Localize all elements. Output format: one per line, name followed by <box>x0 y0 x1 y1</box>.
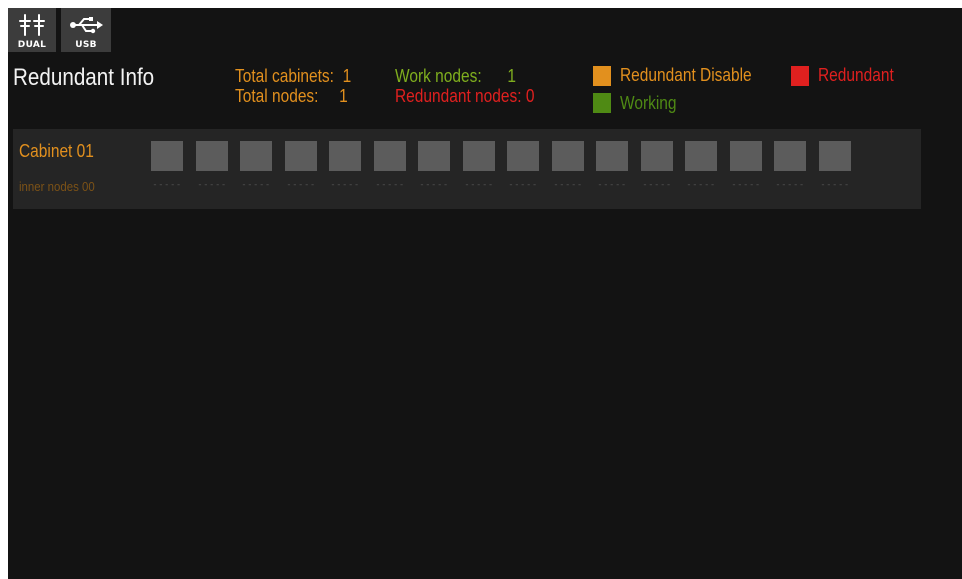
redundant-nodes-stat: Redundant nodes: 0 <box>395 86 534 106</box>
usb-button[interactable]: USB <box>61 8 111 52</box>
node-tile[interactable] <box>552 141 584 171</box>
node-tile[interactable] <box>151 141 183 171</box>
page-title: Redundant Info <box>13 64 155 91</box>
total-cabinets-label: Total cabinets: <box>235 66 334 86</box>
node-caption: ----- <box>642 180 672 190</box>
node-tile[interactable] <box>507 141 539 171</box>
cabinet-panel: Cabinet 01 inner nodes 00 ----- ----- ----… <box>13 129 921 209</box>
work-nodes-stat: Work nodes: 1 <box>395 66 516 86</box>
node-caption: ----- <box>731 180 761 190</box>
total-cabinets-value: 1 <box>342 66 352 86</box>
dual-button[interactable]: DUAL <box>8 8 56 52</box>
usb-icon <box>61 13 111 37</box>
node-caption: ----- <box>686 180 716 190</box>
work-nodes-label: Work nodes: <box>395 66 482 86</box>
node-caption: ----- <box>286 180 316 190</box>
usb-label: USB <box>75 40 97 50</box>
redundant-nodes-label: Redundant nodes: <box>395 86 522 106</box>
redundant-info-screen: DUAL USB Redundant Info Total cabinets: 1… <box>8 8 962 579</box>
total-nodes-stat: Total nodes: 1 <box>235 86 348 106</box>
work-nodes-value: 1 <box>507 66 517 86</box>
legend-swatch-redundant <box>791 66 809 86</box>
inner-nodes-label: inner nodes 00 <box>19 179 95 194</box>
node-caption: ----- <box>197 180 227 190</box>
node-tile[interactable] <box>685 141 717 171</box>
node-tile[interactable] <box>285 141 317 171</box>
node-caption: ----- <box>775 180 805 190</box>
node-tile[interactable] <box>196 141 228 171</box>
dual-power-icon <box>8 13 56 37</box>
node-tile[interactable] <box>240 141 272 171</box>
node-tile[interactable] <box>730 141 762 171</box>
node-tile[interactable] <box>596 141 628 171</box>
legend-label-working: Working <box>620 93 677 113</box>
redundant-nodes-value: 0 <box>525 86 535 106</box>
cabinet-name: Cabinet 01 <box>19 141 94 161</box>
node-caption: ----- <box>464 180 494 190</box>
legend-label-redundant: Redundant <box>818 65 894 85</box>
node-tile[interactable] <box>374 141 406 171</box>
node-tile[interactable] <box>819 141 851 171</box>
node-tile[interactable] <box>329 141 361 171</box>
node-tile[interactable] <box>774 141 806 171</box>
node-tile[interactable] <box>463 141 495 171</box>
node-tile[interactable] <box>641 141 673 171</box>
node-caption: ----- <box>419 180 449 190</box>
node-caption: ----- <box>152 180 182 190</box>
total-cabinets-stat: Total cabinets: 1 <box>235 66 351 86</box>
node-caption: ----- <box>597 180 627 190</box>
node-caption: ----- <box>241 180 271 190</box>
node-tile[interactable] <box>418 141 450 171</box>
node-caption: ----- <box>375 180 405 190</box>
node-caption: ----- <box>553 180 583 190</box>
legend-swatch-redundant-disable <box>593 66 611 86</box>
total-nodes-value: 1 <box>339 86 348 106</box>
node-caption: ----- <box>820 180 850 190</box>
total-nodes-label: Total nodes: <box>235 86 319 106</box>
legend-swatch-working <box>593 93 611 113</box>
node-caption: ----- <box>508 180 538 190</box>
dual-label: DUAL <box>17 40 47 50</box>
legend-label-redundant-disable: Redundant Disable <box>620 65 752 85</box>
node-caption: ----- <box>330 180 360 190</box>
